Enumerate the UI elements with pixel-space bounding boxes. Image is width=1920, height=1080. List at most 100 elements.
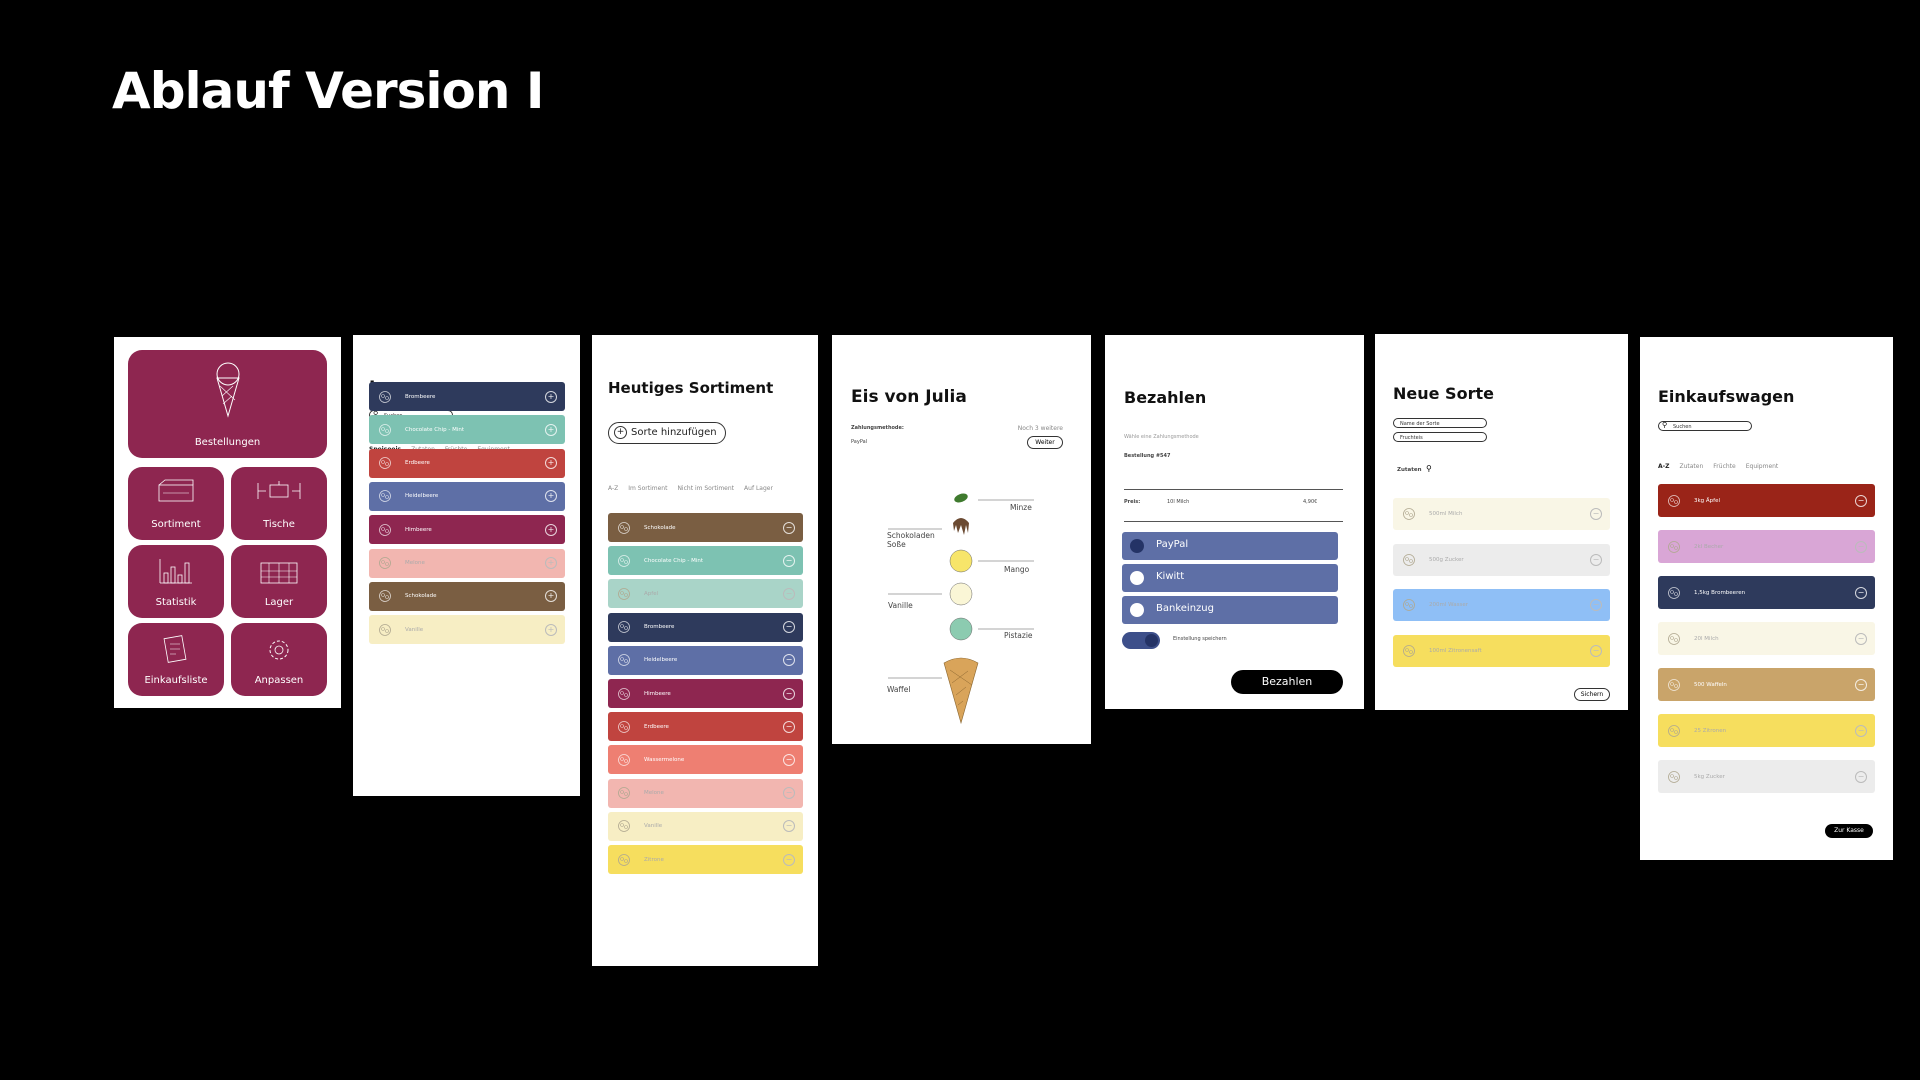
minus-circle-icon[interactable]: −: [1590, 644, 1602, 657]
list-item[interactable]: Wassermelone −: [608, 745, 803, 775]
list-item[interactable]: Heidelbeere −: [608, 645, 803, 675]
minus-circle-icon[interactable]: −: [1855, 494, 1867, 507]
list-item[interactable]: Erdbeere +: [369, 448, 565, 478]
tile-bestellungen[interactable]: Bestellungen: [128, 350, 327, 458]
minus-circle-icon[interactable]: −: [783, 654, 795, 667]
list-item[interactable]: 25 Zitronen −: [1658, 714, 1875, 747]
list-item[interactable]: 5kg Zucker −: [1658, 760, 1875, 793]
minus-circle-icon[interactable]: −: [783, 621, 795, 634]
minus-circle-icon[interactable]: −: [783, 687, 795, 700]
search-input[interactable]: Suchen: [1658, 421, 1752, 431]
list-item[interactable]: 20l Milch −: [1658, 622, 1875, 655]
watermelon-icon: [616, 752, 632, 768]
tile-statistik[interactable]: Statistik: [128, 545, 224, 618]
raspberry-icon: [377, 522, 393, 538]
screen-sortiment: Heutiges Sortiment + Sorte hinzufügen A-…: [592, 335, 818, 966]
payment-option-kiwitt[interactable]: Kiwitt: [1122, 564, 1338, 592]
list-item[interactable]: Zitrone −: [608, 845, 803, 874]
tile-einkaufsliste[interactable]: Einkaufsliste: [128, 623, 224, 696]
minus-circle-icon[interactable]: −: [1855, 678, 1867, 691]
list-item[interactable]: Heidelbeere +: [369, 481, 565, 511]
minus-circle-icon[interactable]: −: [783, 753, 795, 766]
minus-circle-icon[interactable]: −: [1855, 586, 1867, 599]
list-item[interactable]: Himbeere −: [608, 679, 803, 708]
minus-circle-icon[interactable]: −: [1855, 632, 1867, 645]
minus-circle-icon[interactable]: −: [1590, 599, 1602, 611]
save-button[interactable]: Sichern: [1574, 688, 1610, 701]
minus-circle-icon[interactable]: −: [783, 720, 795, 733]
minus-circle-icon[interactable]: −: [783, 521, 795, 534]
add-flavor-button[interactable]: + Sorte hinzufügen: [608, 422, 726, 444]
tab-auf-lager[interactable]: Auf Lager: [744, 485, 773, 492]
radio-button[interactable]: [1130, 571, 1144, 585]
screen-home: Bestellungen Sortiment Tische Statistik …: [114, 337, 341, 708]
checkout-button[interactable]: Zur Kasse: [1825, 824, 1873, 838]
list-item[interactable]: Brombeere −: [608, 612, 803, 642]
list-item[interactable]: Erdbeere −: [608, 712, 803, 742]
plus-circle-icon[interactable]: +: [545, 557, 557, 569]
list-item[interactable]: Vanille −: [608, 811, 803, 841]
list-item[interactable]: Himbeere +: [369, 515, 565, 545]
minus-circle-icon[interactable]: −: [1855, 540, 1867, 553]
list-item[interactable]: 500g Zucker −: [1393, 543, 1610, 576]
search-icon: ⚲: [1662, 421, 1668, 429]
list-item[interactable]: 500ml Milch −: [1393, 498, 1610, 530]
vanilla-icon: [616, 818, 632, 834]
plus-circle-icon[interactable]: +: [545, 390, 557, 403]
pay-button[interactable]: Bezahlen: [1231, 670, 1343, 694]
minus-circle-icon[interactable]: −: [1590, 508, 1602, 520]
tab-früchte[interactable]: Früchte: [1713, 463, 1735, 470]
tab-a-z[interactable]: A-Z: [1658, 463, 1669, 470]
plus-circle-icon[interactable]: +: [545, 623, 557, 636]
payment-option-bankeinzug[interactable]: Bankeinzug: [1122, 596, 1338, 624]
list-item[interactable]: 200ml Wasser −: [1393, 589, 1610, 621]
list-item[interactable]: Schokolade −: [608, 513, 803, 542]
flavor-name-field[interactable]: Name der Sorte: [1393, 418, 1487, 428]
minus-circle-icon[interactable]: −: [1855, 724, 1867, 737]
tab-im-sortiment[interactable]: Im Sortiment: [628, 485, 667, 492]
tile-sortiment[interactable]: Sortiment: [128, 467, 224, 540]
list-item[interactable]: Melone +: [369, 548, 565, 578]
list-item-label: Brombeere: [644, 624, 675, 631]
tab-nicht-im-sortiment[interactable]: Nicht im Sortiment: [677, 485, 734, 492]
plus-circle-icon[interactable]: +: [545, 423, 557, 436]
minus-circle-icon[interactable]: −: [783, 820, 795, 833]
list-item[interactable]: 500 Waffeln −: [1658, 668, 1875, 701]
list-item[interactable]: 1,5kg Brombeeren −: [1658, 576, 1875, 609]
tile-lager[interactable]: Lager: [231, 545, 327, 618]
plus-circle-icon[interactable]: +: [545, 523, 557, 536]
list-item[interactable]: Chocolate Chip - Mint −: [608, 546, 803, 576]
list-item[interactable]: Brombeere +: [369, 382, 565, 411]
minus-circle-icon[interactable]: −: [783, 587, 795, 600]
minus-circle-icon[interactable]: −: [783, 853, 795, 866]
payment-option-paypal[interactable]: PayPal: [1122, 532, 1338, 560]
tab-a-z[interactable]: A-Z: [608, 485, 618, 492]
minus-circle-icon[interactable]: −: [783, 554, 795, 567]
radio-button[interactable]: [1130, 603, 1144, 617]
list-item[interactable]: 2kl Becher −: [1658, 530, 1875, 563]
scoop-vanille: [949, 582, 973, 606]
minus-circle-icon[interactable]: −: [783, 787, 795, 800]
radio-button[interactable]: [1130, 539, 1144, 553]
tab-zutaten[interactable]: Zutaten: [1679, 463, 1703, 470]
lemon-icon: [616, 852, 632, 868]
search-placeholder: Suchen: [1673, 424, 1692, 430]
plus-circle-icon[interactable]: +: [545, 590, 557, 603]
list-item[interactable]: Melone −: [608, 778, 803, 808]
list-item[interactable]: Schokolade +: [369, 581, 565, 611]
minus-circle-icon[interactable]: −: [1590, 553, 1602, 566]
list-item[interactable]: 100ml Zitronensaft −: [1393, 634, 1610, 667]
list-item[interactable]: Chocolate Chip - Mint +: [369, 415, 565, 445]
plus-circle-icon[interactable]: +: [545, 457, 557, 470]
tile-anpassen[interactable]: Anpassen: [231, 623, 327, 696]
tile-tische[interactable]: Tische: [231, 467, 327, 540]
list-item-label: Heidelbeere: [405, 493, 439, 500]
list-item[interactable]: Apfel −: [608, 579, 803, 609]
flavor-type-field[interactable]: Fruchteis: [1393, 432, 1487, 442]
save-settings-toggle[interactable]: [1122, 632, 1160, 649]
minus-circle-icon[interactable]: −: [1855, 770, 1867, 783]
list-item[interactable]: 3kg Äpfel −: [1658, 484, 1875, 517]
list-item[interactable]: Vanille +: [369, 615, 565, 645]
plus-circle-icon[interactable]: +: [545, 490, 557, 503]
tab-equipment[interactable]: Equipment: [1746, 463, 1779, 470]
